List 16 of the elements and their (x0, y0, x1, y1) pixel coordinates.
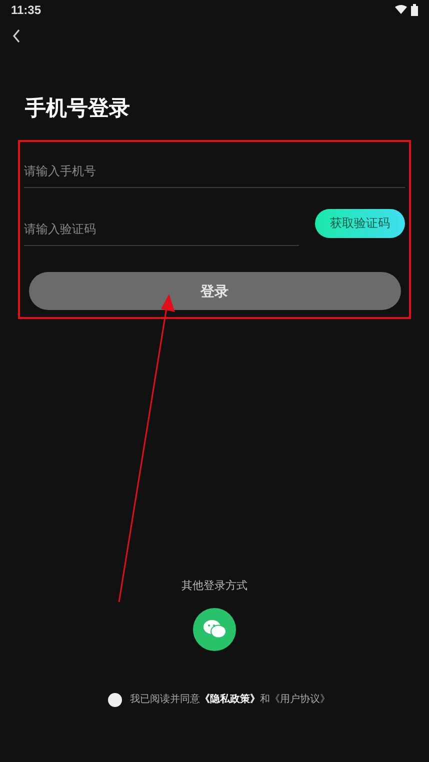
agreement-text: 我已阅读并同意 (130, 692, 200, 707)
agreement-checkbox[interactable] (108, 692, 122, 706)
back-icon[interactable] (12, 29, 21, 43)
wechat-login-button[interactable] (193, 608, 236, 650)
terms-link[interactable]: 《用户协议》 (270, 692, 330, 707)
wifi-icon (395, 5, 407, 15)
get-code-button[interactable]: 获取验证码 (315, 208, 405, 238)
page-title: 手机号登录 (25, 96, 131, 122)
phone-input-field[interactable]: 请输入手机号 (24, 154, 405, 188)
code-input-field[interactable]: 请输入验证码 (24, 212, 299, 246)
conjunction-text: 和 (260, 692, 270, 707)
privacy-link[interactable]: 《隐私政策》 (200, 692, 260, 707)
chat-bubbles-icon (202, 619, 226, 639)
battery-icon (411, 4, 418, 16)
other-login-label: 其他登录方式 (182, 578, 248, 594)
status-time: 11:35 (11, 2, 42, 19)
